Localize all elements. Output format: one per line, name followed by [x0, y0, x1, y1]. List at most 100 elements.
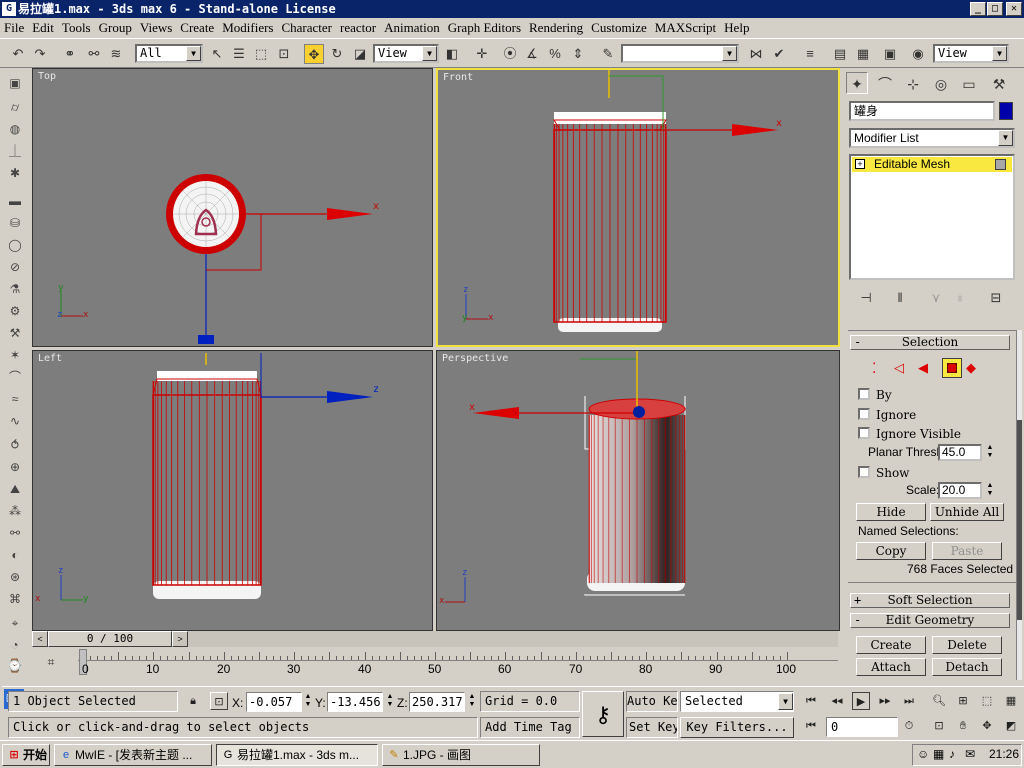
curve-editor-icon[interactable]: ▤: [830, 44, 850, 64]
menu-tools[interactable]: Tools: [58, 18, 95, 38]
align-icon[interactable]: ✔: [769, 44, 789, 64]
remove-modifier-icon[interactable]: ♁: [950, 288, 970, 308]
menu-reactor[interactable]: reactor: [336, 18, 380, 38]
maximize-viewport-icon[interactable]: ◩: [1002, 717, 1020, 735]
lock-icon[interactable]: 🔒︎: [184, 692, 202, 710]
menu-animation[interactable]: Animation: [380, 18, 444, 38]
box-icon[interactable]: ▣: [6, 74, 24, 92]
create-button[interactable]: Create: [856, 636, 926, 654]
bind-space-warp-icon[interactable]: ≋: [106, 44, 126, 64]
ignore-visible-edges-checkbox[interactable]: [858, 427, 870, 439]
edit-geometry-rollout-header[interactable]: - Edit Geometry: [850, 613, 1010, 628]
spacewarp-icon[interactable]: ≈: [6, 390, 24, 408]
loft-icon[interactable]: ⥀: [6, 436, 24, 454]
cylinder-icon[interactable]: ⌭: [6, 98, 24, 116]
scatter-icon[interactable]: ⁂: [6, 502, 24, 520]
terrain-icon[interactable]: ⛰: [6, 480, 24, 498]
menu-character[interactable]: Character: [277, 18, 336, 38]
object-color-swatch[interactable]: [999, 102, 1013, 120]
schematic-view-icon[interactable]: ▦: [853, 44, 873, 64]
viewport-top[interactable]: x y x z Top: [32, 68, 433, 347]
timeline-ruler[interactable]: [78, 649, 838, 661]
angle-snap-icon[interactable]: ∡: [522, 44, 542, 64]
detach-button[interactable]: Detach: [932, 658, 1002, 676]
time-slider-thumb[interactable]: 0 / 100: [48, 631, 172, 647]
open-mini-curve-editor-icon[interactable]: ⌗: [42, 653, 60, 671]
region-zoom-icon[interactable]: ⊡: [930, 717, 948, 735]
zoom-extents-all-icon[interactable]: ▦: [1002, 692, 1020, 710]
motion-tab-icon[interactable]: ◎: [930, 72, 952, 94]
menu-create[interactable]: Create: [176, 18, 218, 38]
3ds-max-app-icon[interactable]: G: [2, 2, 16, 16]
menu-modifiers[interactable]: Modifiers: [218, 18, 277, 38]
sphere-icon[interactable]: ◍: [6, 120, 24, 138]
zoom-icon[interactable]: 🔍︎: [930, 692, 948, 710]
soft-selection-rollout-header[interactable]: + Soft Selection: [850, 593, 1010, 608]
teapot-icon[interactable]: ⚗: [6, 280, 24, 298]
normals-scale-spinner[interactable]: ▲ ▼: [985, 482, 995, 499]
helper-icon[interactable]: ⚒: [6, 324, 24, 342]
display-tab-icon[interactable]: ▭: [958, 72, 980, 94]
rectangular-selection-icon[interactable]: ⬚: [251, 44, 271, 64]
viewport-label-left[interactable]: Left: [38, 353, 62, 364]
menu-rendering[interactable]: Rendering: [525, 18, 587, 38]
start-button[interactable]: ⊞ 开始: [2, 744, 50, 766]
menu-maxscript[interactable]: MAXScript: [651, 18, 720, 38]
plane-icon[interactable]: ⏊: [6, 142, 24, 160]
viewport-left[interactable]: z z y x Left: [32, 350, 433, 631]
undo-icon[interactable]: ↶: [8, 44, 28, 64]
polygon-mode-icon[interactable]: [942, 358, 962, 378]
show-normals-checkbox[interactable]: [858, 466, 870, 478]
next-frame-icon[interactable]: ▸▸: [876, 692, 894, 710]
viewport-perspective[interactable]: x z x Perspective: [436, 350, 840, 631]
previous-frame-icon[interactable]: ◂◂: [828, 692, 846, 710]
selection-rollout-header[interactable]: - Selection: [850, 335, 1010, 350]
key-mode-toggle-icon[interactable]: ⏮: [802, 717, 820, 735]
viewport-label-top[interactable]: Top: [38, 71, 56, 82]
viewport-label-perspective[interactable]: Perspective: [442, 353, 508, 364]
redo-icon[interactable]: ↷: [30, 44, 50, 64]
track-bar[interactable]: ⌗ 0 10 20 30 40 50 60 70 80 90 100: [32, 649, 838, 681]
pin-stack-icon[interactable]: ⊣: [856, 288, 876, 308]
connect-icon[interactable]: ⚯: [6, 524, 24, 542]
utilities-tab-icon[interactable]: ⚒: [988, 72, 1010, 94]
hierarchy-tab-icon[interactable]: ⊹: [902, 72, 924, 94]
sub-object-toggle-icon[interactable]: [995, 159, 1006, 170]
expand-plus-icon[interactable]: +: [855, 159, 865, 169]
configure-modifier-sets-icon[interactable]: ⊟: [986, 288, 1006, 308]
object-name-field[interactable]: 罐身: [849, 101, 995, 121]
make-unique-icon[interactable]: ⋎: [926, 288, 946, 308]
key-mode-dropdown[interactable]: Selected ▼: [680, 691, 794, 712]
bend-icon[interactable]: ⌒: [6, 368, 24, 386]
input-method-icon[interactable]: ✉: [965, 747, 975, 761]
absolute-mode-transform-icon[interactable]: ⊡: [210, 692, 228, 710]
render-type-dropdown[interactable]: View ▼: [933, 44, 1009, 63]
normals-scale-field[interactable]: 20.0: [938, 482, 982, 499]
add-time-tag-button[interactable]: Add Time Tag: [480, 717, 580, 738]
vertex-mode-icon[interactable]: ⁚: [872, 360, 892, 376]
y-coord-field[interactable]: -13.456: [327, 692, 383, 712]
zoom-extents-icon[interactable]: ⬚: [978, 692, 996, 710]
scrollbar-thumb[interactable]: [1017, 420, 1022, 620]
modify-tab-icon[interactable]: ⌒: [874, 72, 896, 94]
select-and-rotate-icon[interactable]: ↻: [327, 44, 347, 64]
stack-item-editable-mesh[interactable]: + Editable Mesh: [852, 157, 1012, 172]
selection-filter-dropdown[interactable]: All ▼: [135, 44, 203, 63]
copy-button[interactable]: Copy: [856, 542, 926, 560]
reference-coordinate-dropdown[interactable]: View ▼: [373, 44, 439, 63]
planar-thresh-field[interactable]: 45.0: [938, 444, 982, 461]
arc-rotate-icon[interactable]: ✥: [978, 717, 996, 735]
attach-button[interactable]: Attach: [856, 658, 926, 676]
menu-views[interactable]: Views: [136, 18, 176, 38]
zoom-all-icon[interactable]: ⊞: [954, 692, 972, 710]
paste-button[interactable]: Paste: [932, 542, 1002, 560]
gear-icon[interactable]: ⚙: [6, 302, 24, 320]
snap-toggle-icon[interactable]: ⦿: [500, 44, 520, 64]
modifier-stack[interactable]: + Editable Mesh: [849, 154, 1015, 280]
layer-manager-icon[interactable]: ≡: [800, 44, 820, 64]
chevron-right-icon[interactable]: >: [172, 631, 188, 647]
unhide-all-button[interactable]: Unhide All: [930, 503, 1004, 521]
current-frame-field[interactable]: 0: [826, 717, 898, 737]
spinner-snap-icon[interactable]: ⇕: [568, 44, 588, 64]
percent-snap-icon[interactable]: %: [545, 44, 565, 64]
